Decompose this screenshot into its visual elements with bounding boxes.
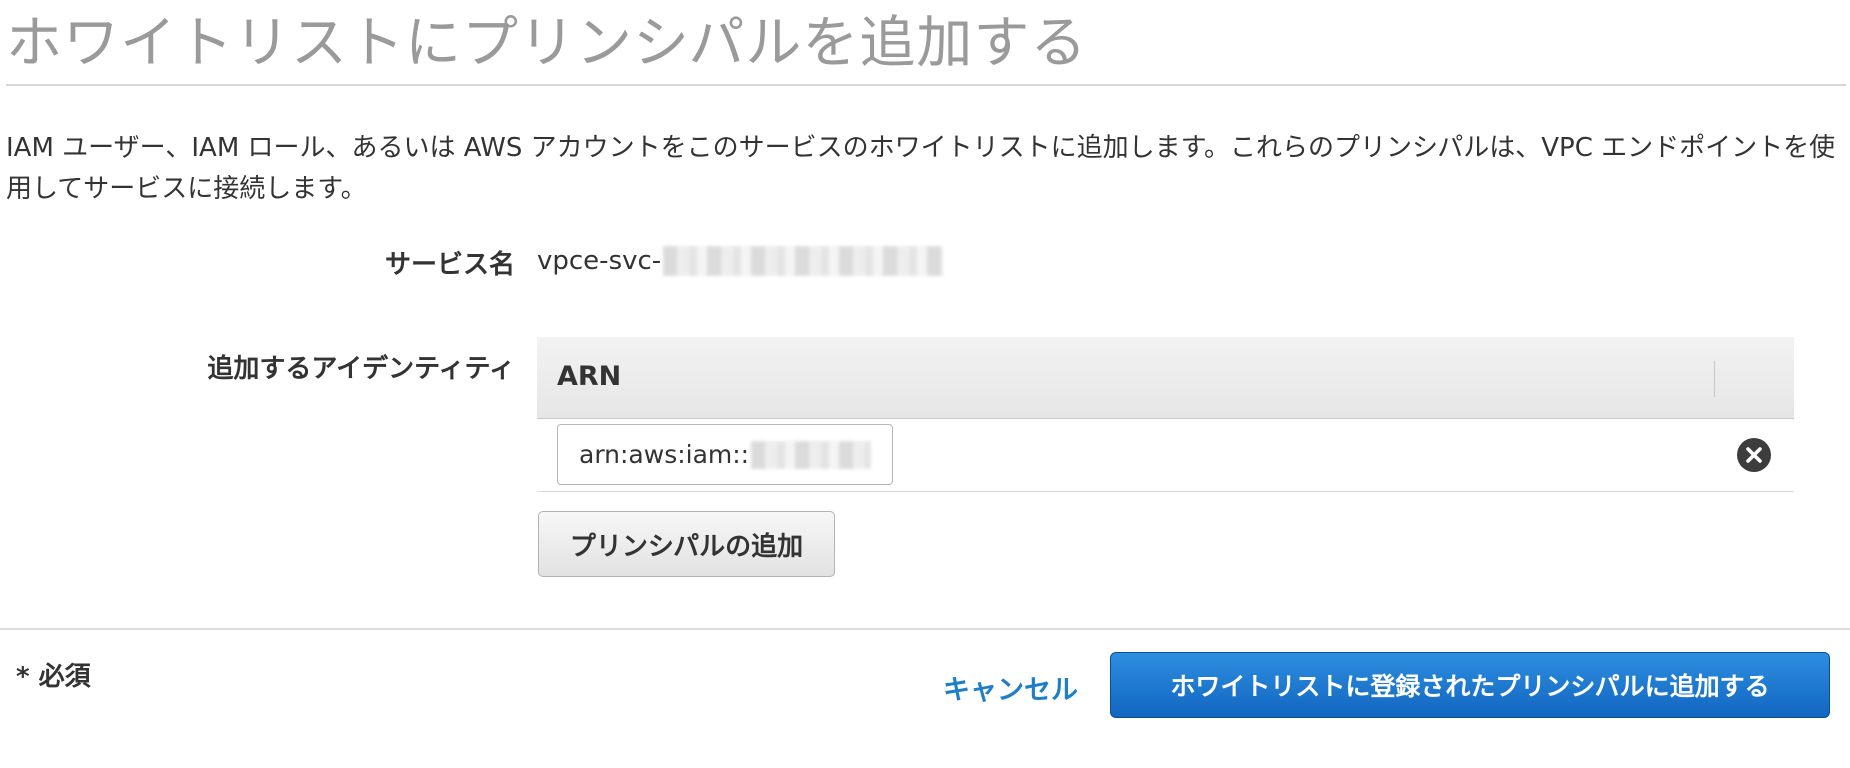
arn-input-value: arn:aws:iam:: <box>579 440 750 469</box>
close-circle-icon <box>1746 447 1762 463</box>
arn-column-header: ARN <box>557 361 622 392</box>
table-row: arn:aws:iam:: <box>537 419 1794 492</box>
service-name-label: サービス名 <box>384 250 515 280</box>
footer-divider <box>0 628 1850 630</box>
service-name-value: vpce-svc- <box>537 246 944 276</box>
arn-input[interactable]: arn:aws:iam:: <box>557 424 893 485</box>
submit-button[interactable]: ホワイトリストに登録されたプリンシパルに追加する <box>1110 652 1830 718</box>
page-description: IAM ユーザー、IAM ロール、あるいは AWS アカウントをこのサービスのホ… <box>6 133 1836 204</box>
page-title: ホワイトリストにプリンシパルを追加する <box>6 11 1088 76</box>
add-principal-button[interactable]: プリンシパルの追加 <box>538 511 835 577</box>
required-note: * 必須 <box>16 662 91 692</box>
service-name-text: vpce-svc- <box>537 246 662 276</box>
redacted-account-id <box>751 440 872 469</box>
cancel-button[interactable]: キャンセル <box>943 668 1078 707</box>
table-header: ARN <box>537 337 1794 419</box>
identities-table: ARN arn:aws:iam:: <box>537 337 1794 492</box>
redacted-service-id <box>663 246 944 276</box>
remove-row-icon[interactable] <box>1737 438 1771 472</box>
title-divider <box>6 84 1846 86</box>
identities-label: 追加するアイデンティティ <box>207 354 515 384</box>
column-divider <box>1714 361 1715 397</box>
